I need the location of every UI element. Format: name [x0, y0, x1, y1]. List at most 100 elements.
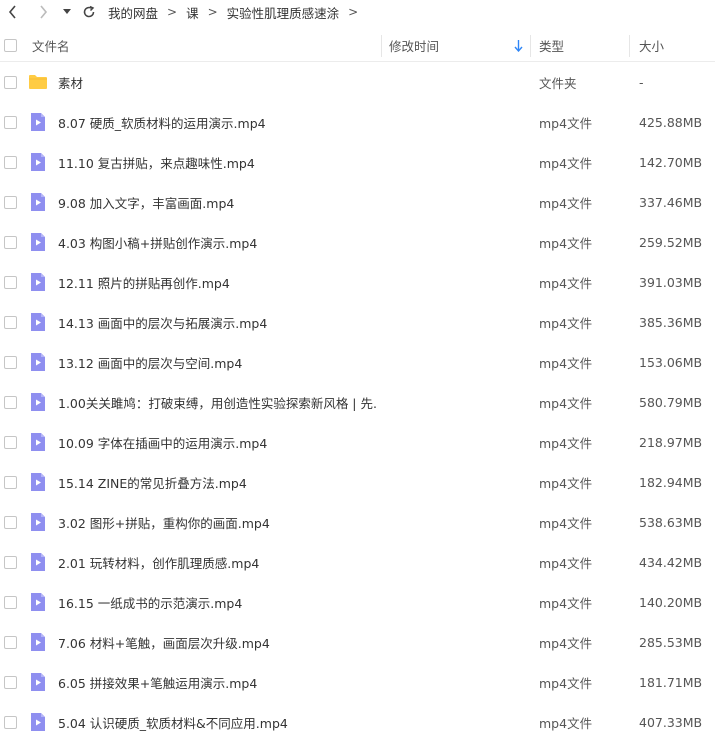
navigation-bar: 我的网盘 > 课 > 实验性肌理质感速涂 >	[0, 0, 715, 24]
file-row[interactable]: 9.08 加入文字，丰富画面.mp4 mp4文件 337.46MB	[0, 182, 715, 222]
file-type: mp4文件	[539, 435, 593, 451]
row-checkbox[interactable]	[4, 276, 17, 289]
breadcrumb-item-root[interactable]: 我的网盘	[108, 3, 158, 22]
file-size: 407.33MB	[639, 714, 703, 730]
file-size: 391.03MB	[639, 274, 703, 290]
file-type: mp4文件	[539, 715, 593, 731]
file-name: 2.01 玩转材料，创作肌理质感.mp4	[58, 555, 260, 571]
file-row[interactable]: 8.07 硬质_软质材料的运用演示.mp4 mp4文件 425.88MB	[0, 102, 715, 142]
file-type: mp4文件	[539, 275, 593, 291]
file-type: mp4文件	[539, 355, 593, 371]
file-name: 13.12 画面中的层次与空间.mp4	[58, 355, 243, 371]
row-checkbox[interactable]	[4, 676, 17, 689]
file-row[interactable]: 7.06 材料+笔触，画面层次升级.mp4 mp4文件 285.53MB	[0, 622, 715, 662]
file-row[interactable]: 12.11 照片的拼贴再创作.mp4 mp4文件 391.03MB	[0, 262, 715, 302]
file-name: 8.07 硬质_软质材料的运用演示.mp4	[58, 115, 266, 131]
file-type: mp4文件	[539, 155, 593, 171]
row-checkbox[interactable]	[4, 516, 17, 529]
row-checkbox[interactable]	[4, 556, 17, 569]
row-checkbox[interactable]	[4, 396, 17, 409]
file-row[interactable]: 10.09 字体在插画中的运用演示.mp4 mp4文件 218.97MB	[0, 422, 715, 462]
file-row[interactable]: 素材 文件夹 -	[0, 62, 715, 102]
file-size: 425.88MB	[639, 114, 703, 130]
row-checkbox[interactable]	[4, 236, 17, 249]
file-row[interactable]: 14.13 画面中的层次与拓展演示.mp4 mp4文件 385.36MB	[0, 302, 715, 342]
file-row[interactable]: 16.15 一纸成书的示范演示.mp4 mp4文件 140.20MB	[0, 582, 715, 622]
video-file-icon	[31, 313, 45, 331]
column-header-type[interactable]: 类型	[539, 30, 564, 61]
column-divider[interactable]	[381, 35, 382, 57]
row-checkbox[interactable]	[4, 196, 17, 209]
file-row[interactable]: 15.14 ZINE的常见折叠方法.mp4 mp4文件 182.94MB	[0, 462, 715, 502]
row-checkbox[interactable]	[4, 476, 17, 489]
file-size: 153.06MB	[639, 354, 703, 370]
column-header-size[interactable]: 大小	[639, 30, 664, 61]
file-row[interactable]: 4.03 构图小稿+拼贴创作演示.mp4 mp4文件 259.52MB	[0, 222, 715, 262]
file-size: 285.53MB	[639, 634, 703, 650]
video-file-icon	[31, 393, 45, 411]
file-row[interactable]: 11.10 复古拼贴，来点趣味性.mp4 mp4文件 142.70MB	[0, 142, 715, 182]
file-name: 7.06 材料+笔触，画面层次升级.mp4	[58, 635, 270, 651]
column-divider[interactable]	[629, 35, 630, 57]
select-all-checkbox[interactable]	[4, 39, 17, 52]
video-file-icon	[31, 233, 45, 251]
row-checkbox[interactable]	[4, 636, 17, 649]
file-name: 15.14 ZINE的常见折叠方法.mp4	[58, 475, 247, 491]
video-file-icon	[31, 513, 45, 531]
sort-desc-icon[interactable]	[514, 30, 523, 61]
file-type: mp4文件	[539, 235, 593, 251]
video-file-icon	[31, 553, 45, 571]
file-size: 385.36MB	[639, 314, 703, 330]
forward-button[interactable]	[32, 1, 54, 23]
file-size: 337.46MB	[639, 194, 703, 210]
file-row[interactable]: 13.12 画面中的层次与空间.mp4 mp4文件 153.06MB	[0, 342, 715, 382]
file-name: 11.10 复古拼贴，来点趣味性.mp4	[58, 155, 255, 171]
video-file-icon	[31, 353, 45, 371]
video-file-icon	[31, 713, 45, 731]
column-divider[interactable]	[530, 35, 531, 57]
file-type: mp4文件	[539, 515, 593, 531]
row-checkbox[interactable]	[4, 76, 17, 89]
row-checkbox[interactable]	[4, 116, 17, 129]
file-row[interactable]: 3.02 图形+拼贴，重构你的画面.mp4 mp4文件 538.63MB	[0, 502, 715, 542]
file-name: 素材	[58, 75, 84, 91]
file-name: 5.04 认识硬质_软质材料&不同应用.mp4	[58, 715, 288, 731]
video-file-icon	[31, 673, 45, 691]
back-button[interactable]	[2, 1, 24, 23]
file-size: 140.20MB	[639, 594, 703, 610]
video-file-icon	[31, 593, 45, 611]
file-row[interactable]: 2.01 玩转材料，创作肌理质感.mp4 mp4文件 434.42MB	[0, 542, 715, 582]
file-size: 259.52MB	[639, 234, 703, 250]
breadcrumb-item-current[interactable]: 实验性肌理质感速涂	[227, 3, 340, 22]
row-checkbox[interactable]	[4, 356, 17, 369]
row-checkbox[interactable]	[4, 716, 17, 729]
column-header-name[interactable]: 文件名	[32, 30, 70, 61]
chevron-left-icon	[8, 5, 16, 19]
file-type: mp4文件	[539, 675, 593, 691]
video-file-icon	[31, 433, 45, 451]
folder-icon	[29, 75, 47, 89]
video-file-icon	[31, 473, 45, 491]
file-type: mp4文件	[539, 315, 593, 331]
row-checkbox[interactable]	[4, 436, 17, 449]
breadcrumb-separator: >	[348, 5, 359, 19]
file-name: 12.11 照片的拼贴再创作.mp4	[58, 275, 230, 291]
file-size: 580.79MB	[639, 394, 703, 410]
file-name: 10.09 字体在插画中的运用演示.mp4	[58, 435, 268, 451]
row-checkbox[interactable]	[4, 156, 17, 169]
column-header-modified[interactable]: 修改时间	[389, 30, 439, 61]
breadcrumb-separator: >	[207, 5, 218, 19]
file-type: 文件夹	[539, 75, 577, 91]
history-dropdown-button[interactable]	[60, 1, 74, 23]
file-type: mp4文件	[539, 475, 593, 491]
file-size: 181.71MB	[639, 674, 703, 690]
breadcrumb-item-course[interactable]: 课	[186, 3, 199, 22]
file-row[interactable]: 1.00关关雎鸠：打破束缚，用创造性实验探索新风格 | 先... mp4文件 5…	[0, 382, 715, 422]
file-row[interactable]: 5.04 认识硬质_软质材料&不同应用.mp4 mp4文件 407.33MB	[0, 702, 715, 742]
video-file-icon	[31, 273, 45, 291]
row-checkbox[interactable]	[4, 316, 17, 329]
refresh-icon	[83, 5, 95, 18]
refresh-button[interactable]	[78, 1, 100, 23]
file-row[interactable]: 6.05 拼接效果+笔触运用演示.mp4 mp4文件 181.71MB	[0, 662, 715, 702]
row-checkbox[interactable]	[4, 596, 17, 609]
